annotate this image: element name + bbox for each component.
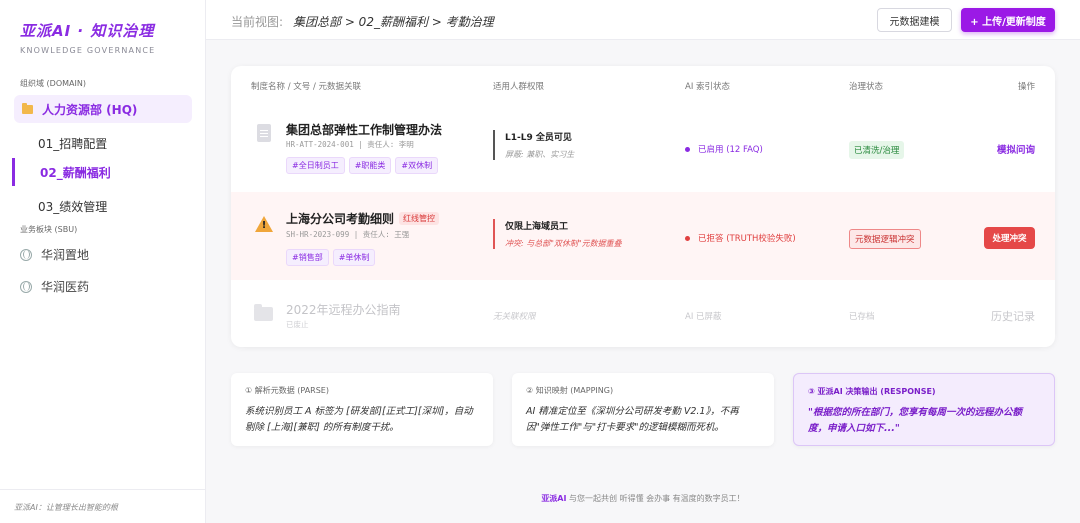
- status-dot: [685, 146, 690, 152]
- tag[interactable]: #全日制员工: [286, 157, 345, 174]
- sidebar-footer: 亚派AI：让管理长出智能的根: [0, 489, 205, 523]
- folder-icon: [22, 102, 33, 114]
- permission-scope: L1-L9 全员可见: [505, 133, 572, 143]
- permission-cell: 仅限上海域员工 冲突: 与总部"双休制"元数据重叠: [493, 219, 622, 249]
- globe-icon: [20, 248, 32, 261]
- permission-scope: 仅限上海域员工: [505, 222, 569, 232]
- governance-status-badge: 已存档: [849, 312, 875, 322]
- sidebar-item-recruiting[interactable]: 01_招聘配置: [38, 135, 107, 152]
- tag-list: #全日制员工 #职能类 #双休制: [286, 157, 439, 174]
- sidebar-item-compensation[interactable]: 02_薪酬福利: [12, 158, 192, 186]
- tag[interactable]: #双休制: [395, 157, 439, 174]
- sidebar-item-sbu-pharma[interactable]: 华润医药: [20, 278, 89, 295]
- column-header: 操作: [1017, 82, 1035, 92]
- sidebar-item-label: 华润置地: [41, 248, 90, 262]
- permission-exclusion: 屏蔽: 兼职、实习生: [505, 150, 575, 159]
- column-header: 制度名称 / 文号 / 元数据关联: [251, 82, 362, 92]
- sidebar-item-label: 华润医药: [41, 280, 90, 294]
- policy-title-text: 上海分公司考勤细则: [286, 212, 395, 226]
- footer-brand: 亚派AI: [541, 494, 567, 503]
- column-header: 治理状态: [849, 82, 884, 92]
- sidebar: 亚派AI · 知识治理 KNOWLEDGE GOVERNANCE 组织域 (DO…: [0, 0, 206, 523]
- ai-status-label: 已拒答 (TRUTH校验失败): [698, 234, 796, 244]
- simulate-query-link[interactable]: 模拟问询: [997, 142, 1035, 156]
- table-header: 制度名称 / 文号 / 元数据关联 适用人群权限 AI 索引状态 治理状态 操作: [231, 66, 1055, 104]
- policy-title: 上海分公司考勤细则 红线管控: [286, 210, 440, 227]
- panel-body: AI 精准定位至《深圳分公司研发考勤 V2.1》，不再因"弹性工作"与"打卡要求…: [526, 406, 739, 433]
- column-header: AI 索引状态: [685, 82, 731, 92]
- brand-title: 亚派AI · 知识治理: [20, 22, 155, 40]
- policy-meta: SH-HR-2023-099 | 责任人: 王强: [286, 230, 410, 239]
- sidebar-item-performance[interactable]: 03_绩效管理: [38, 198, 107, 215]
- sidebar-item-sbu-land[interactable]: 华润置地: [20, 246, 89, 263]
- panel-header: ① 解析元数据 (PARSE): [245, 386, 329, 395]
- permission-cell: 无关联权限: [493, 312, 536, 322]
- tag[interactable]: #职能类: [348, 157, 392, 174]
- view-label: 当前视图:: [231, 15, 284, 29]
- domain-section-label: 组织域 (DOMAIN): [20, 79, 86, 88]
- table-row: 集团总部弹性工作制管理办法 HR-ATT-2024-001 | 责任人: 李明 …: [231, 104, 1055, 192]
- governance-status-badge: 元数据逻辑冲突: [849, 229, 921, 249]
- sidebar-item-label: 人力资源部 (HQ): [42, 102, 138, 117]
- document-icon: [257, 124, 271, 142]
- ai-index-status: AI 已屏蔽: [685, 312, 722, 322]
- mapping-panel: ② 知识映射 (MAPPING) AI 精准定位至《深圳分公司研发考勤 V2.1…: [512, 373, 774, 446]
- status-dot: [685, 235, 690, 241]
- table-row: 2022年远程办公指南 已废止 无关联权限 AI 已屏蔽 已存档 历史记录: [231, 280, 1055, 347]
- redline-badge: 红线管控: [399, 212, 440, 225]
- footer-text: 与您一起共创 听得懂 会办事 有温度的数字员工！: [569, 494, 745, 503]
- tag-list: #销售部 #单休制: [286, 249, 376, 266]
- resolve-conflict-button[interactable]: 处理冲突: [984, 227, 1035, 249]
- parse-panel: ① 解析元数据 (PARSE) 系统识别员工 A 标签为 [研发部][正式工][…: [231, 373, 493, 446]
- panel-header: ② 知识映射 (MAPPING): [526, 386, 614, 395]
- permission-cell: L1-L9 全员可见 屏蔽: 兼职、实习生: [493, 130, 574, 160]
- response-panel: ③ 亚派AI 决策输出 (RESPONSE) "根据您的所在部门，您享有每周一次…: [793, 373, 1055, 446]
- brand-subtitle: KNOWLEDGE GOVERNANCE: [20, 46, 156, 55]
- upload-policy-button[interactable]: + 上传/更新制度: [961, 8, 1055, 32]
- governance-status-badge: 已清洗/治理: [849, 141, 905, 159]
- column-header: 适用人群权限: [493, 82, 545, 92]
- panel-header: ③ 亚派AI 决策输出 (RESPONSE): [808, 387, 936, 396]
- globe-icon: [20, 280, 32, 293]
- ai-status-label: 已启用 (12 FAQ): [698, 145, 763, 155]
- breadcrumb: 集团总部 > 02_薪酬福利 > 考勤治理: [293, 15, 494, 29]
- topbar: 当前视图: 集团总部 > 02_薪酬福利 > 考勤治理 元数据建模 + 上传/更…: [206, 0, 1080, 40]
- tag[interactable]: #单休制: [332, 249, 376, 266]
- sbu-section-label: 业务板块 (SBU): [20, 225, 78, 234]
- table-row: ! 上海分公司考勤细则 红线管控 SH-HR-2023-099 | 责任人: 王强…: [231, 192, 1055, 280]
- ai-index-status: 已启用 (12 FAQ): [685, 143, 763, 155]
- policy-table: 制度名称 / 文号 / 元数据关联 适用人群权限 AI 索引状态 治理状态 操作…: [231, 66, 1055, 347]
- policy-title: 2022年远程办公指南: [286, 303, 401, 317]
- tag[interactable]: #销售部: [286, 249, 329, 266]
- policy-title: 集团总部弹性工作制管理办法: [286, 123, 443, 137]
- sidebar-item-hr[interactable]: 人力资源部 (HQ): [14, 95, 192, 123]
- policy-meta: 已废止: [286, 320, 309, 329]
- panel-body: 系统识别员工 A 标签为 [研发部][正式工][深圳]，自动剔除 [上海][兼职…: [245, 406, 473, 433]
- panel-body: "根据您的所在部门，您享有每周一次的远程办公额度，申请入口如下...": [808, 407, 1022, 434]
- metadata-modeling-button[interactable]: 元数据建模: [877, 8, 952, 32]
- ai-index-status: 已拒答 (TRUTH校验失败): [685, 232, 796, 244]
- history-link[interactable]: 历史记录: [991, 308, 1035, 324]
- permission-conflict: 冲突: 与总部"双休制"元数据重叠: [505, 239, 622, 248]
- folder-icon: [254, 304, 273, 321]
- warning-icon-mark: !: [261, 220, 267, 231]
- footer-slogan: 亚派AI 与您一起共创 听得懂 会办事 有温度的数字员工！: [206, 493, 1080, 504]
- policy-meta: HR-ATT-2024-001 | 责任人: 李明: [286, 140, 414, 149]
